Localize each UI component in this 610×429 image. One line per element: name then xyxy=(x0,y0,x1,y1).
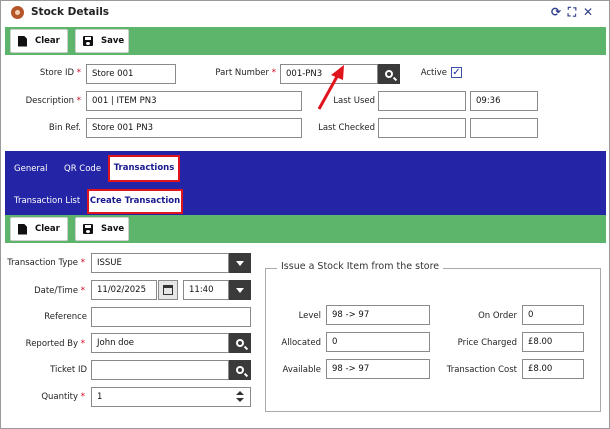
date-field[interactable]: 11/02/2025 xyxy=(91,280,157,300)
title-bar: Stock Details ⟳ ⛶ ✕ xyxy=(1,1,605,25)
reference-label: Reference xyxy=(44,312,87,322)
reported-by-field[interactable]: John doe xyxy=(91,333,229,353)
reported-by-label: Reported By * xyxy=(25,339,85,349)
bin-ref-field[interactable]: Store 001 PN3 xyxy=(86,118,302,138)
stock-details-window: Stock Details ⟳ ⛶ ✕ Clear Save Store ID … xyxy=(0,0,610,429)
clear-button-label: Clear xyxy=(35,36,60,46)
active-label: Active xyxy=(420,68,447,78)
chevron-down-icon[interactable] xyxy=(229,280,251,300)
reported-by-label-text: Reported By xyxy=(25,339,79,349)
document-icon xyxy=(18,223,27,235)
transaction-cost-field: £8.00 xyxy=(522,359,584,379)
store-id-label-text: Store ID xyxy=(39,68,75,78)
reported-by-search-button[interactable] xyxy=(229,333,251,353)
store-id-label: Store ID * xyxy=(39,68,81,78)
calendar-icon[interactable] xyxy=(158,280,178,300)
save-transaction-button[interactable]: Save xyxy=(75,217,129,241)
subtab-transaction-list[interactable]: Transaction List xyxy=(14,196,80,206)
transaction-toolbar: Clear Save xyxy=(5,215,606,243)
save-button-label: Save xyxy=(101,36,125,46)
main-tab-bar: General QR Code Transactions xyxy=(5,151,606,187)
tab-general[interactable]: General xyxy=(14,164,48,174)
time-field[interactable]: 11:40 xyxy=(183,280,229,300)
level-label: Level xyxy=(298,311,321,321)
tab-transactions[interactable]: Transactions xyxy=(108,155,180,182)
transaction-type-label-text: Transaction Type xyxy=(7,258,79,268)
quantity-label: Quantity * xyxy=(41,392,85,402)
close-icon[interactable]: ✕ xyxy=(581,5,595,19)
allocated-label: Allocated xyxy=(281,338,321,348)
description-label-text: Description xyxy=(25,96,75,106)
active-checkbox[interactable]: ✓ xyxy=(451,67,462,78)
ticket-id-field[interactable] xyxy=(91,360,229,380)
document-icon xyxy=(18,35,27,47)
available-label: Available xyxy=(282,365,321,375)
quantity-stepper[interactable]: 1 xyxy=(91,387,251,407)
stock-gear-icon xyxy=(11,6,24,19)
search-icon xyxy=(385,70,393,78)
quantity-label-text: Quantity xyxy=(41,392,79,402)
ticket-id-label: Ticket ID xyxy=(50,365,87,375)
last-used-time-field[interactable]: 09:36 xyxy=(470,91,538,111)
price-charged-field: £8.00 xyxy=(522,332,584,352)
ticket-id-search-button[interactable] xyxy=(229,360,251,380)
description-field[interactable]: 001 | ITEM PN3 xyxy=(86,91,302,111)
tab-qr-code[interactable]: QR Code xyxy=(64,164,101,174)
part-number-search-button[interactable] xyxy=(378,64,400,84)
save-transaction-label: Save xyxy=(101,224,125,234)
search-icon xyxy=(236,339,244,347)
price-charged-label: Price Charged xyxy=(457,338,517,348)
transaction-type-label: Transaction Type * xyxy=(7,258,85,268)
allocated-field: 0 xyxy=(326,332,430,352)
save-icon xyxy=(83,36,93,46)
last-used-date-field[interactable] xyxy=(378,91,466,111)
chevron-down-icon[interactable] xyxy=(229,253,251,273)
window-title: Stock Details xyxy=(31,6,110,18)
refresh-icon[interactable]: ⟳ xyxy=(549,5,563,19)
search-icon xyxy=(236,366,244,374)
part-number-label-text: Part Number xyxy=(215,68,270,78)
annotation-arrow xyxy=(317,65,344,110)
save-button[interactable]: Save xyxy=(75,29,129,53)
sub-tab-bar: Transaction List Create Transaction xyxy=(5,187,606,215)
clear-transaction-button[interactable]: Clear xyxy=(10,217,68,241)
top-toolbar: Clear Save xyxy=(5,27,606,55)
last-checked-date-field[interactable] xyxy=(378,118,466,138)
store-id-field[interactable]: Store 001 xyxy=(86,64,176,84)
clear-transaction-label: Clear xyxy=(35,224,60,234)
last-checked-time-field[interactable] xyxy=(470,118,538,138)
last-checked-label: Last Checked xyxy=(318,123,375,133)
datetime-label: Date/Time * xyxy=(34,286,85,296)
reference-field[interactable] xyxy=(91,307,251,327)
stepper-arrows-icon[interactable] xyxy=(233,388,247,406)
transaction-type-select[interactable]: ISSUE xyxy=(91,253,229,273)
subtab-create-transaction[interactable]: Create Transaction xyxy=(87,189,183,214)
clear-button[interactable]: Clear xyxy=(10,29,68,53)
on-order-field: 0 xyxy=(522,305,584,325)
description-label: Description * xyxy=(25,96,81,106)
bin-ref-label: Bin Ref. xyxy=(48,123,81,133)
datetime-label-text: Date/Time xyxy=(34,286,79,296)
available-field: 98 -> 97 xyxy=(326,359,430,379)
expand-icon[interactable]: ⛶ xyxy=(565,5,579,19)
level-field: 98 -> 97 xyxy=(326,305,430,325)
on-order-label: On Order xyxy=(478,311,517,321)
save-icon xyxy=(83,224,93,234)
transaction-cost-label: Transaction Cost xyxy=(446,365,517,375)
calendar-glyph xyxy=(163,285,173,295)
part-number-label: Part Number * xyxy=(215,68,276,78)
issue-group-title: Issue a Stock Item from the store xyxy=(277,261,444,272)
